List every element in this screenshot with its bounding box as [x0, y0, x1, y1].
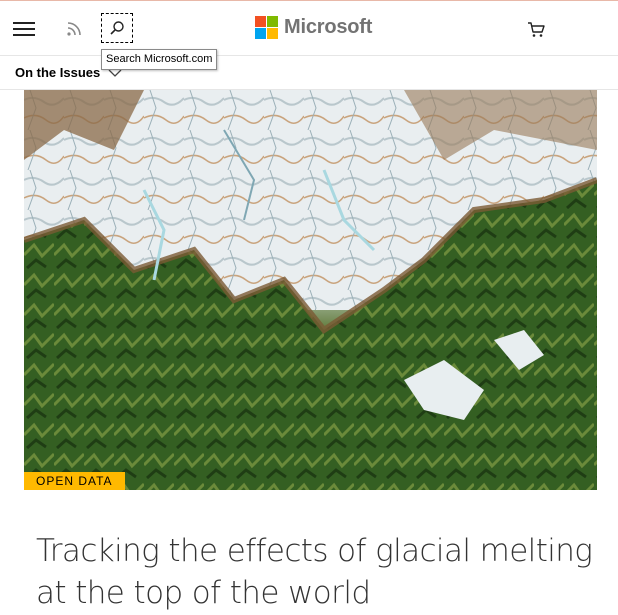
rss-button[interactable]: [60, 15, 88, 43]
logo-square-red: [255, 15, 266, 27]
logo-square-blue: [255, 27, 266, 39]
brand-name: Microsoft: [284, 15, 373, 38]
menu-icon: [13, 22, 35, 36]
hero-image[interactable]: [24, 90, 597, 490]
search-icon: [110, 21, 124, 35]
microsoft-logo-icon: [255, 15, 278, 39]
article-title[interactable]: Tracking the effects of glacial melting …: [36, 530, 596, 614]
glacier-satellite-image: [24, 90, 597, 490]
category-badge[interactable]: OPEN DATA: [24, 472, 125, 490]
logo-square-yellow: [267, 27, 278, 39]
subnav-label: On the Issues: [15, 65, 101, 80]
logo-square-green: [267, 15, 278, 27]
cart-button[interactable]: [522, 15, 550, 43]
menu-button[interactable]: [10, 15, 38, 43]
microsoft-logo[interactable]: Microsoft: [255, 14, 372, 40]
site-header: Microsoft: [0, 1, 618, 56]
sub-navigation: On the Issues: [0, 56, 618, 90]
search-tooltip: Search Microsoft.com: [101, 49, 218, 70]
rss-icon: [67, 22, 81, 36]
search-button[interactable]: [101, 13, 133, 43]
cart-icon: [528, 21, 545, 37]
